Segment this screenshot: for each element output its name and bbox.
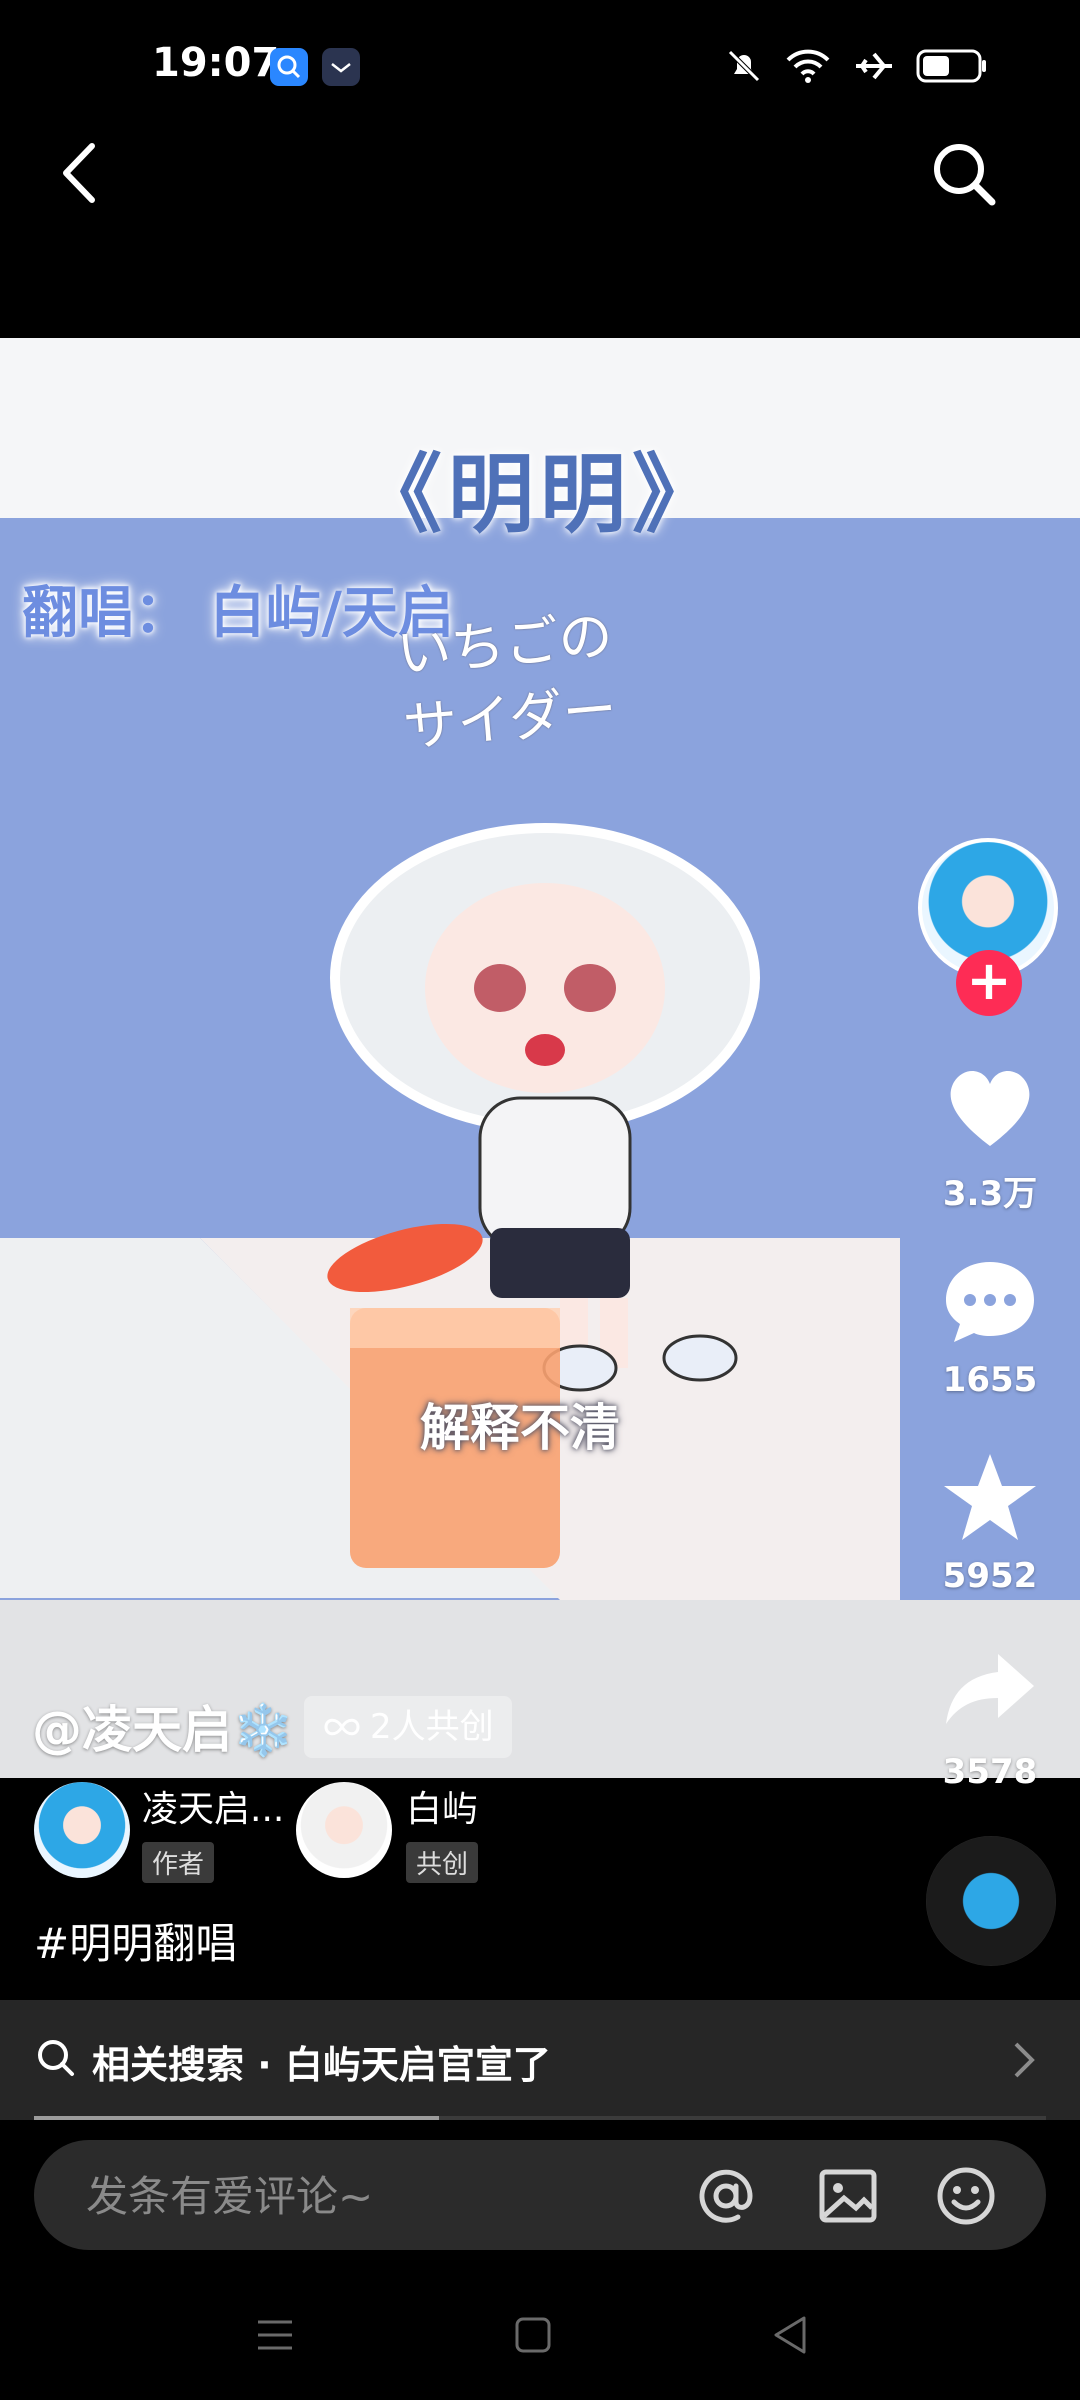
favorite-count: 5952	[942, 1556, 1038, 1596]
heart-icon	[950, 1070, 1030, 1146]
back-button[interactable]	[56, 138, 116, 208]
back-icon	[63, 143, 95, 203]
status-icons	[724, 46, 988, 86]
comment-bar	[34, 2140, 1046, 2252]
emoji-icon[interactable]	[934, 2164, 998, 2228]
share-count: 3578	[942, 1752, 1038, 1792]
hashtag[interactable]: #明明翻唱	[34, 1910, 237, 1971]
favorite-button[interactable]	[940, 1448, 1040, 1548]
creator-role-2: 共创	[406, 1842, 479, 1883]
creator-name-2[interactable]: 白屿	[406, 1780, 478, 1832]
related-search-icon	[38, 2040, 74, 2076]
status-bar: 19:07	[0, 0, 1080, 130]
mention-icon[interactable]	[694, 2164, 758, 2228]
cocreate-label: 2人共创	[370, 1707, 494, 1747]
home-icon[interactable]	[508, 2310, 558, 2360]
related-search-text: 相关搜索 · 白屿天启官宣了	[92, 2043, 551, 2087]
image-icon[interactable]	[816, 2164, 880, 2228]
menu-icon[interactable]	[250, 2310, 300, 2360]
share-arrow-icon	[946, 1654, 1034, 1724]
airplane-icon	[856, 52, 892, 80]
related-search-bar[interactable]: 相关搜索 · 白屿天启官宣了	[0, 2000, 1080, 2120]
share-button[interactable]	[940, 1638, 1040, 1738]
follow-button[interactable]: +	[956, 950, 1022, 1016]
search-button[interactable]	[928, 138, 1000, 210]
search-app-icon	[270, 48, 308, 86]
battery-icon	[916, 49, 986, 83]
creator-avatar-1[interactable]	[34, 1782, 130, 1878]
cocreate-chip[interactable]: 2人共创	[304, 1696, 512, 1758]
comment-button[interactable]	[940, 1252, 1040, 1352]
status-time: 19:07	[152, 40, 280, 86]
creator-avatar-2[interactable]	[296, 1782, 392, 1878]
back-triangle-icon[interactable]	[766, 2310, 816, 2360]
comment-input[interactable]	[84, 2140, 688, 2252]
mail-app-icon	[322, 48, 360, 86]
like-count: 3.3万	[942, 1174, 1038, 1214]
search-icon	[934, 144, 996, 206]
creator-name-1[interactable]: 凌天启...	[142, 1780, 284, 1832]
video-caption: 解释不清	[420, 1399, 620, 1457]
comment-count: 1655	[942, 1360, 1038, 1400]
author-handle[interactable]: @凌天启❄️	[32, 1690, 294, 1762]
video-progress-fill	[34, 2116, 439, 2120]
creator-role-1: 作者	[142, 1842, 215, 1883]
mute-icon	[728, 50, 760, 82]
star-icon	[944, 1454, 1036, 1540]
comment-bubble-icon	[946, 1262, 1034, 1342]
wifi-icon	[786, 49, 830, 83]
like-button[interactable]	[940, 1058, 1040, 1158]
music-disc[interactable]	[926, 1836, 1056, 1966]
system-nav-bar	[0, 2270, 1080, 2400]
chevron-right-icon	[1014, 2042, 1035, 2078]
infinity-icon	[324, 1718, 360, 1736]
